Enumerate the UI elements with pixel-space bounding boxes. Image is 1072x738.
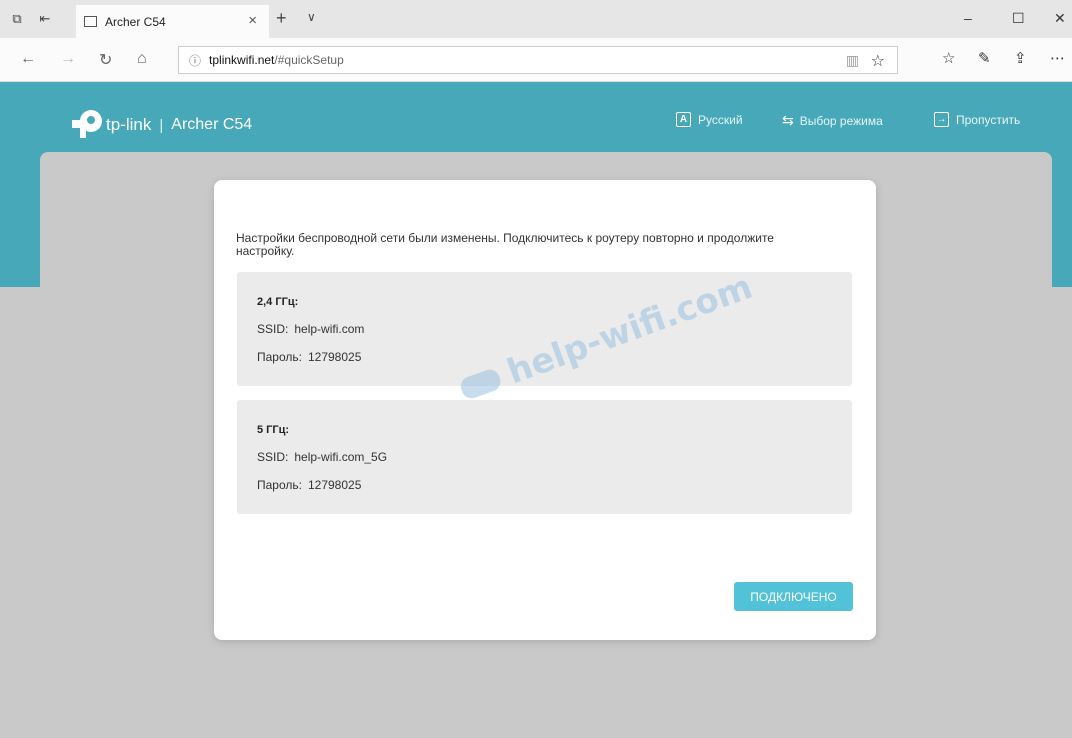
set-tabs-aside-icon[interactable]: ⇤ — [34, 8, 56, 30]
password-value: 12798025 — [307, 350, 362, 364]
connected-button[interactable]: ПОДКЛЮЧЕНО — [734, 582, 853, 611]
site-info-icon[interactable]: ⓘ — [189, 52, 201, 69]
brand-separator: | — [159, 116, 164, 134]
maximize-button[interactable]: ☐ — [1012, 10, 1025, 27]
skip-label: Пропустить — [956, 112, 1021, 127]
new-tab-button[interactable]: + — [276, 8, 287, 29]
reconnect-dialog: Настройки беспроводной сети были изменен… — [214, 180, 876, 640]
tab-title: Archer C54 — [105, 14, 166, 29]
language-label: Русский — [698, 112, 743, 127]
exit-icon: → — [934, 112, 949, 127]
browser-toolbar: ← → ↻ ⌂ ⓘ tplinkwifi.net/#quickSetup ▥ ☆… — [0, 38, 1072, 82]
forward-icon[interactable]: → — [60, 50, 76, 68]
skip-link[interactable]: → Пропустить — [934, 112, 1020, 127]
brand: tp-link | Archer C54 — [72, 110, 252, 140]
dialog-message: Настройки беспроводной сети были изменен… — [236, 231, 774, 258]
minimize-button[interactable]: – — [964, 10, 972, 26]
network-card-5g: 5 ГГц: SSID: help-wifi.com_5G Пароль: 1279… — [237, 400, 852, 514]
ssid-row: SSID: help-wifi.com_5G — [257, 450, 387, 464]
close-window-button[interactable]: ✕ — [1054, 10, 1066, 27]
password-value: 12798025 — [307, 478, 362, 492]
ssid-value: help-wifi.com — [294, 322, 365, 336]
ssid-value: help-wifi.com_5G — [294, 450, 388, 464]
url-path: /#quickSetup — [274, 53, 344, 67]
browser-tab[interactable]: Archer C54 × — [76, 5, 269, 38]
reading-view-icon[interactable]: ▥ — [846, 52, 859, 69]
password-label: Пароль: — [257, 350, 302, 364]
password-label: Пароль: — [257, 478, 302, 492]
language-icon: A — [676, 112, 691, 127]
more-icon[interactable]: ⋯ — [1050, 49, 1065, 67]
mode-label: Выбор режима — [799, 113, 883, 128]
favorite-star-icon[interactable]: ☆ — [871, 51, 885, 71]
model-name: Archer C54 — [171, 116, 253, 133]
ssid-row: SSID: help-wifi.com — [257, 322, 364, 336]
network-card-2g: 2,4 ГГц: SSID: help-wifi.com Пароль: 12798… — [237, 272, 852, 386]
refresh-icon[interactable]: ↻ — [99, 50, 112, 70]
swap-icon: ⇆ — [782, 112, 794, 128]
band-label: 5 ГГц: — [257, 424, 290, 436]
address-bar[interactable]: ⓘ tplinkwifi.net/#quickSetup ▥ ☆ — [178, 46, 898, 74]
tp-link-logo-icon — [72, 110, 102, 140]
tab-actions-icon[interactable]: ⧉ — [6, 8, 28, 30]
brand-name: tp-link — [106, 115, 152, 134]
password-row: Пароль: 12798025 — [257, 478, 361, 492]
page-icon — [84, 16, 97, 27]
password-row: Пароль: 12798025 — [257, 350, 361, 364]
close-tab-icon[interactable]: × — [248, 12, 257, 29]
ssid-label: SSID: — [257, 322, 289, 336]
favorites-icon[interactable]: ☆ — [942, 49, 955, 67]
ssid-label: SSID: — [257, 450, 289, 464]
home-icon[interactable]: ⌂ — [137, 50, 147, 68]
url-host: tplinkwifi.net — [209, 53, 275, 67]
notes-icon[interactable]: ✎ — [978, 49, 991, 67]
band-label: 2,4 ГГц: — [257, 296, 299, 308]
mode-link[interactable]: ⇆ Выбор режима — [782, 112, 883, 129]
back-icon[interactable]: ← — [20, 50, 36, 68]
router-page: tp-link | Archer C54 A Русский ⇆ Выбор р… — [0, 82, 1072, 738]
share-icon[interactable]: ⇪ — [1014, 49, 1027, 67]
tab-list-button[interactable]: ∨ — [307, 10, 316, 24]
language-link[interactable]: A Русский — [676, 112, 743, 127]
